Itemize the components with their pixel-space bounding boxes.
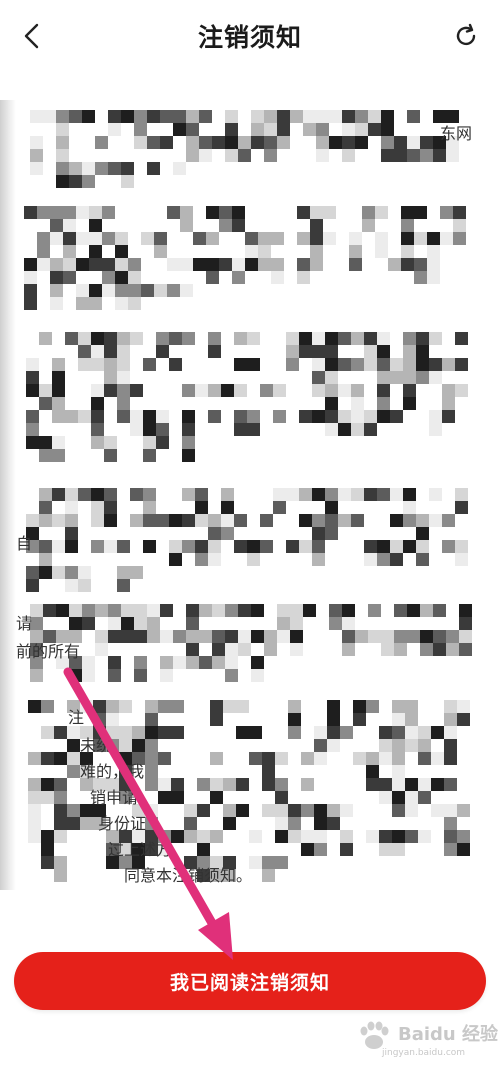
mosaic-cells: [26, 332, 468, 462]
watermark-logo: Baidu 经验 jingyan.baidu.com: [352, 1018, 498, 1068]
visible-text-fragment: 销申请，: [90, 788, 155, 807]
pixelated-text: [0, 110, 500, 192]
visible-text-fragment: 前的所有: [16, 642, 81, 661]
watermark-brand: Baidu 经验: [398, 1024, 499, 1045]
visible-text-fragment: 过上述方: [108, 840, 173, 859]
notice-paragraph-3: [0, 332, 500, 462]
refresh-button[interactable]: [446, 16, 486, 56]
notice-paragraph-2: [0, 206, 500, 310]
visible-text-fragment: 未统: [80, 736, 113, 755]
notice-paragraph-1: 东网: [0, 110, 500, 188]
visible-text-fragment: 同意本注销须知。: [124, 866, 253, 885]
mosaic-cells: [26, 488, 468, 592]
pixelated-text: [0, 488, 500, 596]
refresh-icon: [456, 23, 476, 46]
notice-paragraph-5: 请 前的所有: [0, 604, 500, 682]
header-bar: 注销须知: [0, 0, 500, 72]
visible-text-fragment: 难的，我: [80, 762, 145, 781]
pixelated-text: [0, 332, 500, 466]
visible-text-fragment: 请: [16, 614, 33, 633]
notice-paragraph-6: 注 未统 难的，我 销申请， 身份证 过上述方 同意本注销须知。: [0, 700, 500, 900]
watermark-url: jingyan.baidu.com: [382, 1048, 466, 1058]
visible-text-fragment: 注: [68, 708, 85, 727]
notice-paragraph-4: 自: [0, 488, 500, 592]
visible-text-fragment: 身份证: [98, 814, 147, 833]
page-title: 注销须知: [197, 23, 302, 52]
confirm-read-button[interactable]: 我已阅读注销须知: [14, 952, 486, 1010]
visible-text-fragment: 东网: [440, 124, 473, 143]
mosaic-cells: [24, 206, 466, 310]
pixelated-text: [0, 206, 500, 314]
mosaic-cells: [30, 110, 459, 188]
visible-text-fragment: 自: [16, 534, 33, 553]
notice-content: 东网 自 请 前的所有 注 未统 难的，我 销申请， 身份证 过上述方 同意本注…: [0, 96, 500, 926]
